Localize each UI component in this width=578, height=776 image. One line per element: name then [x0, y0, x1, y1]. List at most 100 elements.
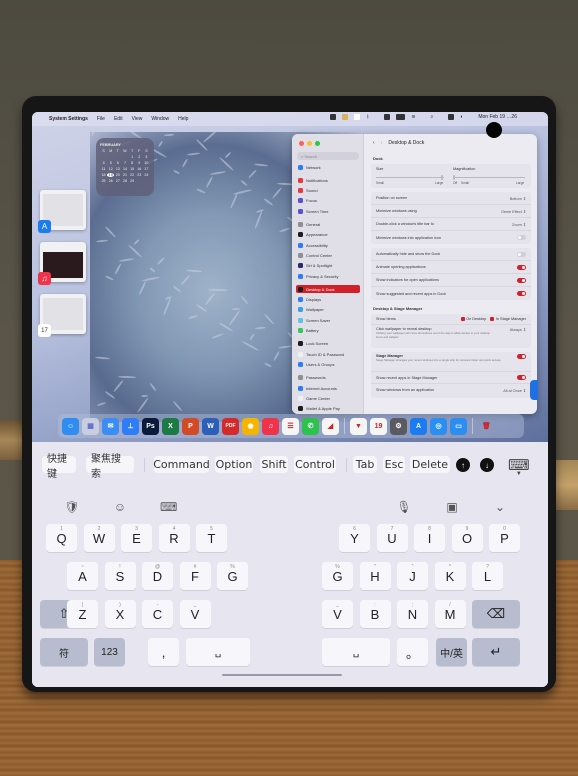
sidebar-item-appearance[interactable]: Appearance — [296, 231, 360, 239]
app-store-icon[interactable]: A — [410, 417, 427, 435]
calendar-widget[interactable]: FEBRUARY S M T W T F S 1 2 3 4 5 6 7 8 9 10 11 12 13 14 15 16 1… — [96, 138, 154, 196]
space-key[interactable]: ␣ — [322, 638, 390, 666]
key-m[interactable]: / M — [434, 600, 466, 628]
toolbar-key-tab[interactable]: Tab — [353, 456, 377, 473]
key-v[interactable]: _ V — [322, 600, 353, 628]
calendar-day[interactable]: 28 — [121, 179, 128, 183]
key-k[interactable]: * K — [434, 562, 466, 590]
key-u[interactable]: 7U — [376, 524, 408, 552]
settings-search-input[interactable]: ⌕ Search — [297, 152, 359, 160]
status-icon[interactable] — [354, 114, 361, 120]
calendar-day[interactable]: 15 — [129, 167, 136, 171]
sidebar-item-game-center[interactable]: Game Center — [296, 394, 360, 402]
calendar-day[interactable]: 25 — [100, 179, 107, 183]
toolbar-key-command[interactable]: Command — [153, 456, 210, 473]
wechat-icon[interactable]: ✆ — [302, 417, 319, 435]
sidebar-item-privacy-security[interactable]: Privacy & Security — [296, 272, 360, 280]
calendar-day[interactable]: 18 — [100, 173, 107, 177]
password-shield-icon[interactable]: 🛡 — [64, 500, 80, 514]
calendar-day[interactable]: 7 — [121, 161, 128, 165]
sidebar-item-desktop-dock[interactable]: Desktop & Dock — [296, 285, 360, 294]
calendar-day[interactable]: 29 — [129, 179, 136, 183]
setting-toggle[interactable] — [517, 291, 526, 296]
word-icon[interactable]: W — [202, 417, 219, 435]
screen-share-icon[interactable]: ▭ — [450, 417, 467, 435]
calendar-day[interactable]: 5 — [107, 161, 114, 165]
chrome-icon[interactable]: ◉ — [242, 417, 259, 435]
calendar-day[interactable]: 20 — [114, 173, 121, 177]
spotlight-icon[interactable]: ⌕ — [431, 114, 434, 120]
calendar-day[interactable]: 8 — [129, 161, 136, 165]
collapse-icon[interactable]: ⌄ — [492, 500, 508, 514]
show-windows-select[interactable]: All at Once ⇕ — [503, 388, 526, 393]
calendar-day[interactable]: 2 — [136, 155, 143, 159]
control-center-icon[interactable] — [448, 114, 455, 120]
menu-edit[interactable]: Edit — [114, 116, 123, 122]
toolbar-key-shift[interactable]: Shift — [260, 456, 288, 473]
key-n[interactable]: ; N — [397, 600, 428, 628]
microphone-icon[interactable]: 🎙 — [396, 500, 412, 514]
launchpad-icon[interactable]: ▦ — [82, 417, 99, 435]
sidebar-item-screen-saver[interactable]: Screen Saver — [296, 316, 360, 324]
clipboard-icon[interactable]: ▣ — [444, 500, 460, 514]
sidebar-item-passwords[interactable]: Passwords — [296, 374, 360, 382]
menu-file[interactable]: File — [97, 116, 105, 122]
sidebar-item-control-center[interactable]: Control Center — [296, 251, 360, 259]
calendar-day[interactable]: 10 — [143, 161, 150, 165]
calendar-day[interactable]: 23 — [136, 173, 143, 177]
key-d[interactable]: @ D — [142, 562, 173, 590]
calendar-day[interactable]: 3 — [143, 155, 150, 159]
status-icon[interactable] — [330, 114, 337, 120]
toolbar-key-esc[interactable]: Esc — [383, 456, 405, 473]
key-z[interactable]: (Z — [67, 600, 98, 628]
siri-icon[interactable]: ◐ — [460, 114, 463, 120]
finder-icon[interactable]: ☺ — [62, 417, 79, 435]
key-g[interactable]: % G — [322, 562, 353, 590]
back-button[interactable]: ‹ — [373, 140, 375, 146]
key-x[interactable]: ) X — [104, 600, 136, 628]
photoshop-icon[interactable]: Ps — [142, 417, 159, 435]
wifi-icon[interactable]: ≋ — [411, 114, 415, 120]
sidebar-item-touch-id-password[interactable]: Touch ID & Password — [296, 350, 360, 358]
sidebar-item-notifications[interactable]: Notifications — [296, 176, 360, 184]
calendar-day[interactable]: 27 — [114, 179, 121, 183]
system-settings-icon[interactable]: ⚙ — [390, 417, 407, 435]
key-j[interactable]: " J — [397, 562, 428, 590]
status-icon[interactable] — [384, 114, 391, 120]
sidebar-item-users-groups[interactable]: Users & Groups — [296, 360, 360, 368]
pdf-icon[interactable]: PDF — [222, 417, 239, 435]
menubar-clock[interactable]: Mon Feb 19 …26 — [478, 114, 517, 120]
calendar-day[interactable]: 1 — [129, 155, 136, 159]
menu-app-name[interactable]: System Settings — [49, 116, 88, 122]
menu-window[interactable]: Window — [151, 116, 169, 122]
key-f[interactable]: # F — [179, 562, 211, 590]
home-indicator[interactable] — [222, 674, 342, 676]
music-icon[interactable]: ♫ — [38, 272, 51, 285]
arrow-up-button[interactable]: ↑ — [456, 458, 470, 472]
calendar-day[interactable]: 4 — [100, 161, 107, 165]
size-slider[interactable] — [376, 177, 444, 178]
backspace-key[interactable]: ⌫ — [472, 600, 520, 628]
sidebar-item-battery[interactable]: Battery — [296, 327, 360, 335]
forward-button[interactable]: › — [381, 140, 383, 146]
symbols-key[interactable]: 符 — [40, 638, 88, 666]
music-icon[interactable]: ♫ — [262, 417, 279, 435]
mail-icon[interactable]: ✉ — [102, 417, 119, 435]
key-w[interactable]: 2W — [83, 524, 115, 552]
zoom-button[interactable] — [315, 141, 320, 146]
key-i[interactable]: 8I — [414, 524, 445, 552]
powerpoint-icon[interactable]: P — [182, 417, 199, 435]
setting-toggle[interactable] — [517, 235, 526, 240]
side-panel-handle[interactable] — [530, 380, 538, 400]
key-r[interactable]: 4R — [158, 524, 190, 552]
safari-icon[interactable]: ◎ — [430, 417, 447, 435]
calendar-icon[interactable]: 19 — [370, 417, 387, 435]
direct-app-icon[interactable]: ▼ — [350, 417, 367, 435]
sidebar-item-wallpaper[interactable]: Wallpaper — [296, 306, 360, 314]
calendar-day[interactable]: 22 — [129, 173, 136, 177]
setting-select[interactable]: Genie Effect ⇕ — [501, 209, 526, 214]
sidebar-item-general[interactable]: General — [296, 221, 360, 229]
arrow-down-button[interactable]: ↓ — [480, 458, 494, 472]
trash-icon[interactable]: 🗑 — [478, 418, 495, 435]
language-switch-key[interactable]: 中/英 — [436, 638, 467, 666]
